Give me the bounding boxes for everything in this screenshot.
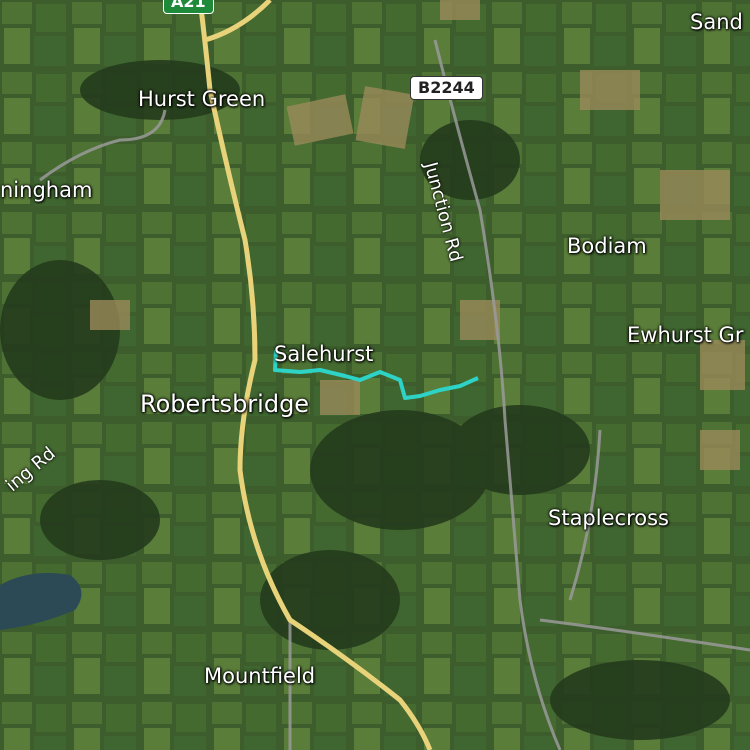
satellite-imagery	[0, 0, 750, 750]
place-label-bodiam[interactable]: Bodiam	[567, 236, 647, 257]
road-shield-a: A21	[163, 0, 214, 14]
place-label-staplecross[interactable]: Staplecross	[548, 508, 669, 529]
place-label-sand[interactable]: Sand	[690, 12, 743, 33]
road-shield-b2244: B2244	[410, 76, 483, 100]
place-label-ningham[interactable]: ningham	[0, 180, 92, 201]
place-label-ewhurst[interactable]: Ewhurst Gr	[627, 325, 743, 346]
place-label-hurst-green[interactable]: Hurst Green	[138, 89, 265, 110]
place-label-mountfield[interactable]: Mountfield	[204, 666, 315, 687]
map-view[interactable]: A21 B2244 Junction Rd ing Rd Sand Hurst …	[0, 0, 750, 750]
place-label-salehurst[interactable]: Salehurst	[274, 344, 373, 365]
place-label-robertsbridge[interactable]: Robertsbridge	[140, 392, 309, 416]
